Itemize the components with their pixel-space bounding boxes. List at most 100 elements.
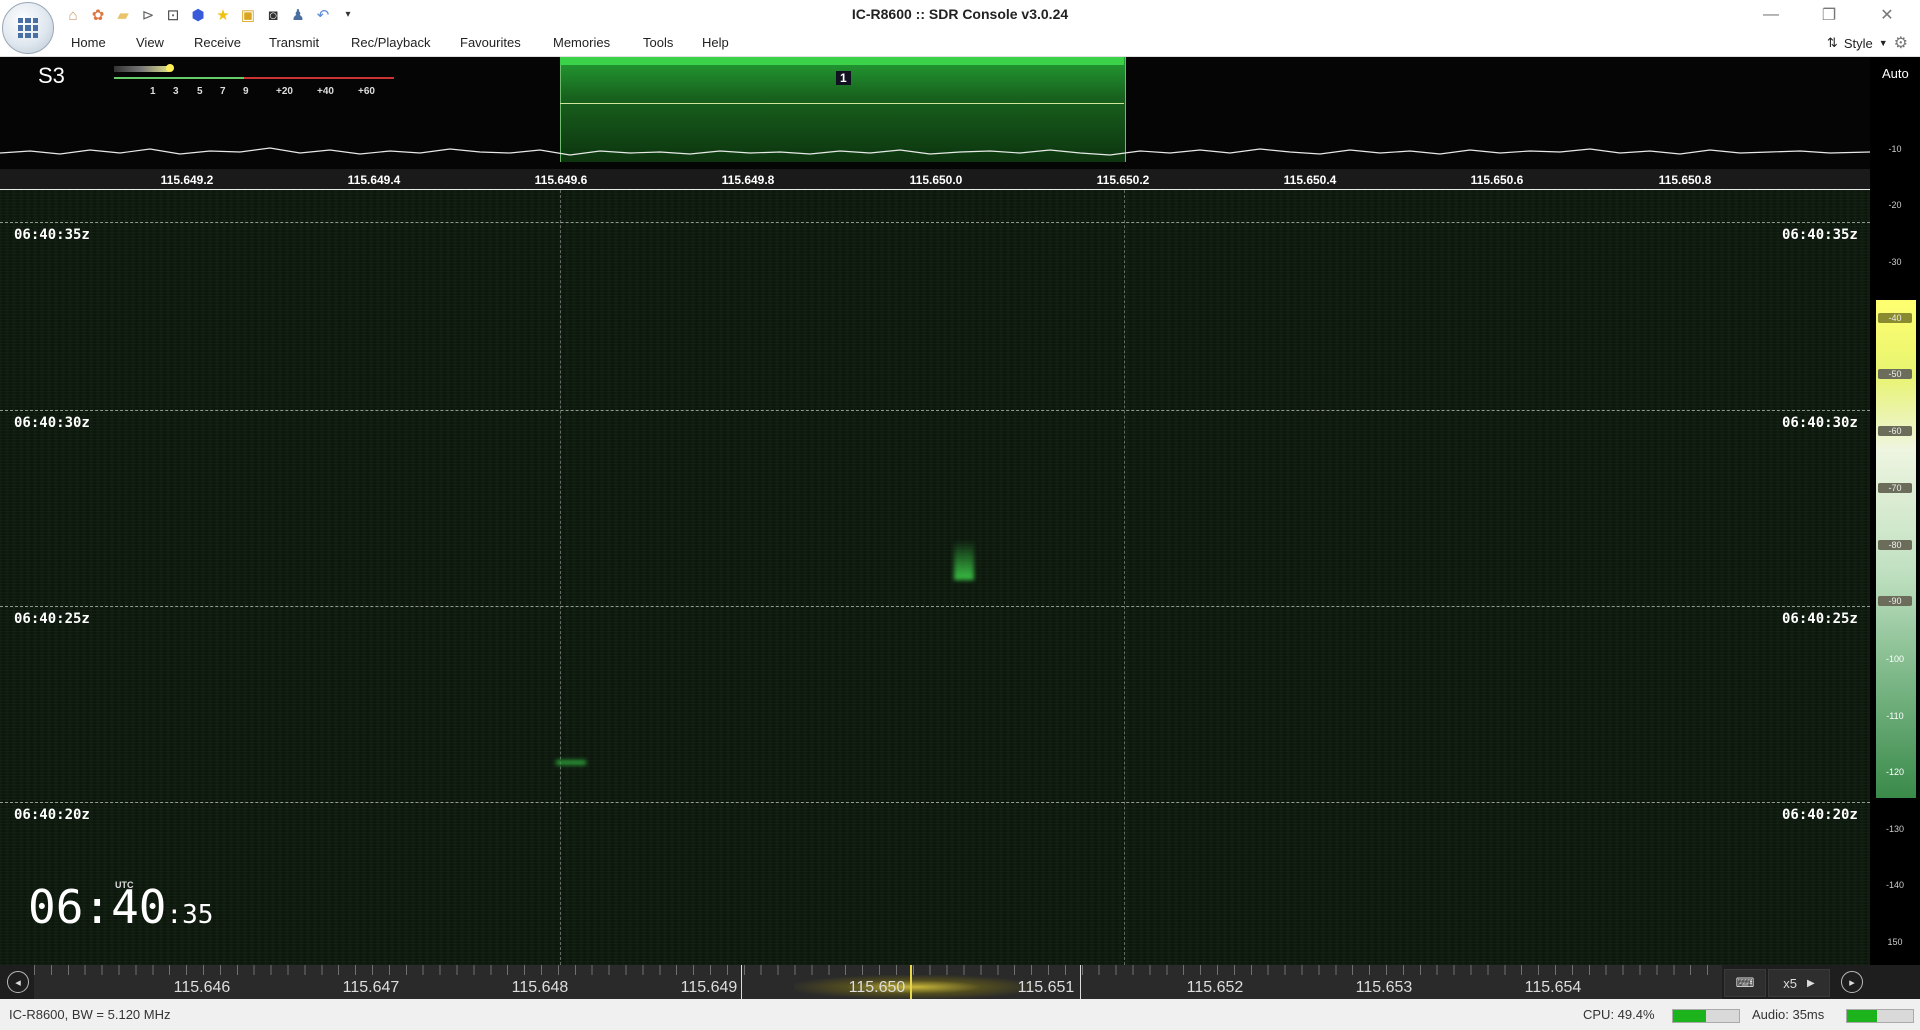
db-label: 150 bbox=[1887, 937, 1903, 947]
audio-label: Audio: 35ms bbox=[1752, 1007, 1825, 1022]
camera-icon[interactable]: ◙ bbox=[262, 4, 284, 26]
freq-tick-label: 115.650.8 bbox=[1658, 173, 1712, 187]
zoom-selector[interactable]: x5 ▶ bbox=[1768, 969, 1830, 997]
db-label: -30 bbox=[1888, 257, 1902, 267]
record-icon[interactable]: ⬢ bbox=[187, 4, 209, 26]
time-marker-line bbox=[0, 410, 1870, 411]
scroll-left-button[interactable]: ◂ bbox=[7, 971, 29, 993]
play-icon[interactable]: ⊳ bbox=[137, 4, 159, 26]
db-label: -50 bbox=[1878, 369, 1912, 379]
freq-tick-label: 115.649.8 bbox=[721, 173, 775, 187]
time-marker-line bbox=[0, 802, 1870, 803]
menu-favourites[interactable]: Favourites bbox=[460, 35, 521, 50]
db-label: -130 bbox=[1885, 824, 1904, 834]
quick-access-toolbar: ⌂ ✿ ▰ ⊳ ⊡ ⬢ ★ ▣ ◙ ♟ ↶ ▾ bbox=[62, 3, 359, 27]
overview-label: 115.652 bbox=[1186, 979, 1244, 996]
freq-tick-label: 115.649.6 bbox=[534, 173, 588, 187]
favourite-star-icon[interactable]: ★ bbox=[212, 4, 234, 26]
timestamp-left: 06:40:25z bbox=[14, 611, 90, 627]
scroll-right-button[interactable]: ▸ bbox=[1841, 971, 1863, 993]
person-icon[interactable]: ♟ bbox=[287, 4, 309, 26]
chevron-down-icon: ▼ bbox=[1878, 38, 1888, 48]
waterfall-display[interactable] bbox=[0, 190, 1870, 965]
close-button[interactable]: ✕ bbox=[1858, 0, 1916, 30]
utc-clock: 06:40:35 bbox=[28, 880, 213, 934]
spectrum-trace bbox=[0, 147, 1870, 156]
overview-scale[interactable]: 115.646 115.647 115.648 115.649 115.650 … bbox=[34, 965, 1722, 999]
keyboard-button[interactable]: ⌨ bbox=[1724, 969, 1766, 997]
home-icon[interactable]: ⌂ bbox=[62, 4, 84, 26]
audio-meter-fill bbox=[1847, 1010, 1877, 1022]
signal-trace bbox=[556, 760, 586, 765]
menu-rec-playback[interactable]: Rec/Playback bbox=[351, 35, 430, 50]
timestamp-left: 06:40:35z bbox=[14, 227, 90, 243]
scroll-arrows-icon[interactable]: ⇅ bbox=[1827, 35, 1838, 51]
cpu-label: CPU: 49.4% bbox=[1583, 1007, 1655, 1022]
undo-icon[interactable]: ↶ bbox=[312, 4, 334, 26]
waterfall-noise bbox=[0, 190, 1870, 965]
audio-meter bbox=[1846, 1009, 1914, 1023]
timestamp-right: 06:40:20z bbox=[1782, 807, 1858, 823]
menu-tools[interactable]: Tools bbox=[643, 35, 673, 50]
gear-icon[interactable]: ⚙ bbox=[1894, 33, 1908, 53]
lock-icon[interactable]: ▣ bbox=[237, 4, 259, 26]
clock-seconds: :35 bbox=[166, 900, 214, 930]
title-bar: ⌂ ✿ ▰ ⊳ ⊡ ⬢ ★ ▣ ◙ ♟ ↶ ▾ IC-R8600 :: SDR … bbox=[0, 0, 1920, 30]
dropdown-arrow-icon[interactable]: ▾ bbox=[337, 4, 359, 26]
menu-home[interactable]: Home bbox=[71, 35, 106, 50]
signal-trace bbox=[954, 540, 974, 580]
overview-label: 115.647 bbox=[342, 979, 400, 996]
menu-help[interactable]: Help bbox=[702, 35, 729, 50]
auto-button[interactable]: Auto bbox=[1882, 66, 1909, 81]
freq-tick-label: 115.649.4 bbox=[347, 173, 401, 187]
freq-tick-label: 115.650.2 bbox=[1096, 173, 1150, 187]
menu-memories[interactable]: Memories bbox=[553, 35, 610, 50]
db-label: -60 bbox=[1878, 426, 1912, 436]
timestamp-right: 06:40:30z bbox=[1782, 415, 1858, 431]
time-marker-line bbox=[0, 606, 1870, 607]
freq-tick-label: 115.650.0 bbox=[909, 173, 963, 187]
settings-icon[interactable]: ✿ bbox=[87, 4, 109, 26]
play-arrow-icon: ▶ bbox=[1807, 977, 1815, 989]
freq-tick-label: 115.650.4 bbox=[1283, 173, 1337, 187]
menu-bar: Home View Receive Transmit Rec/Playback … bbox=[0, 30, 1920, 57]
overview-label: 115.651 bbox=[1017, 979, 1075, 996]
menu-view[interactable]: View bbox=[136, 35, 164, 50]
db-label: -40 bbox=[1878, 313, 1912, 323]
stop-icon[interactable]: ⊡ bbox=[162, 4, 184, 26]
overview-label: 115.650 bbox=[848, 979, 906, 996]
overview-label: 115.653 bbox=[1355, 979, 1413, 996]
timestamp-left: 06:40:20z bbox=[14, 807, 90, 823]
menu-receive[interactable]: Receive bbox=[194, 35, 241, 50]
zoom-level: x5 bbox=[1783, 975, 1798, 991]
style-label: Style bbox=[1843, 35, 1873, 51]
folder-icon[interactable]: ▰ bbox=[112, 4, 134, 26]
clock-hours-minutes: 06:40 bbox=[28, 880, 167, 934]
db-label: -20 bbox=[1888, 200, 1902, 210]
db-label: -10 bbox=[1888, 144, 1902, 154]
db-label: -100 bbox=[1885, 654, 1904, 664]
overview-label: 115.654 bbox=[1524, 979, 1582, 996]
overview-bar: ◂ 115.646 115.647 115.648 115.649 115.65… bbox=[0, 965, 1920, 999]
passband-edge-left bbox=[560, 190, 561, 965]
minimize-button[interactable]: — bbox=[1742, 0, 1800, 30]
overview-label: 115.646 bbox=[173, 979, 231, 996]
timestamp-right: 06:40:25z bbox=[1782, 611, 1858, 627]
freq-tick-label: 115.650.6 bbox=[1470, 173, 1524, 187]
menu-transmit[interactable]: Transmit bbox=[269, 35, 319, 50]
freq-tick-label: 115.649.2 bbox=[160, 173, 214, 187]
db-label: -110 bbox=[1886, 711, 1904, 721]
maximize-button[interactable]: ❐ bbox=[1800, 0, 1858, 30]
overview-center-marker[interactable] bbox=[910, 965, 912, 999]
timestamp-right: 06:40:35z bbox=[1782, 227, 1858, 243]
device-status: IC-R8600, BW = 5.120 MHz bbox=[9, 1007, 171, 1022]
style-selector[interactable]: ⇅ Style ▼ ⚙ bbox=[1827, 33, 1908, 53]
timestamp-left: 06:40:30z bbox=[14, 415, 90, 431]
db-label: -70 bbox=[1878, 483, 1912, 493]
spectrum-display[interactable]: S3 1 3 5 7 9 +20 +40 +60 1 115.649.2 115… bbox=[0, 57, 1870, 190]
db-label: -90 bbox=[1878, 596, 1912, 606]
db-label: -140 bbox=[1885, 880, 1904, 890]
cpu-meter-fill bbox=[1673, 1010, 1706, 1022]
application-menu-button[interactable] bbox=[2, 2, 54, 54]
db-label: -80 bbox=[1878, 540, 1912, 550]
